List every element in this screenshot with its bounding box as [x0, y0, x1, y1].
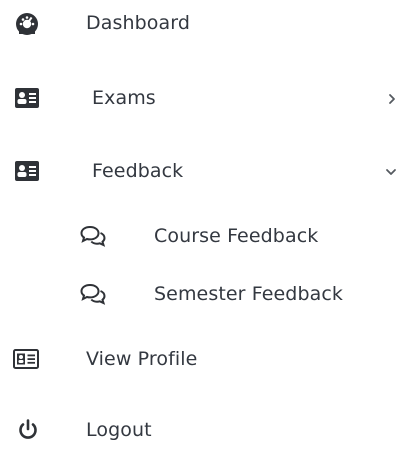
menu-item-view-profile[interactable]: View Profile	[0, 339, 405, 379]
chevron-right-icon[interactable]	[384, 91, 400, 107]
menu-subitem-label: Course Feedback	[154, 225, 319, 247]
id-card-icon	[14, 158, 40, 184]
menu-item-dashboard[interactable]: Dashboard	[0, 4, 405, 44]
chevron-down-icon[interactable]	[383, 164, 399, 180]
dashboard-icon	[14, 11, 40, 37]
menu-item-label: View Profile	[86, 348, 198, 370]
menu-item-label: Dashboard	[86, 12, 190, 34]
menu-item-label: Feedback	[92, 160, 184, 182]
menu-item-exams[interactable]: Exams	[0, 78, 405, 118]
menu-subitem-label: Semester Feedback	[154, 283, 344, 305]
menu-item-feedback[interactable]: Feedback	[0, 151, 405, 191]
profile-card-icon	[13, 346, 39, 372]
id-card-icon	[14, 85, 40, 111]
menu-item-label: Logout	[86, 419, 152, 441]
power-icon	[15, 417, 41, 443]
menu-item-logout[interactable]: Logout	[0, 410, 405, 450]
sidebar-menu: Dashboard Exams Feedback Course Feedback…	[0, 0, 405, 447]
menu-item-label: Exams	[92, 87, 156, 109]
chat-bubbles-icon	[80, 281, 106, 307]
chat-bubbles-icon	[80, 223, 106, 249]
menu-subitem-semester-feedback[interactable]: Semester Feedback	[0, 274, 405, 314]
menu-subitem-course-feedback[interactable]: Course Feedback	[0, 216, 405, 256]
